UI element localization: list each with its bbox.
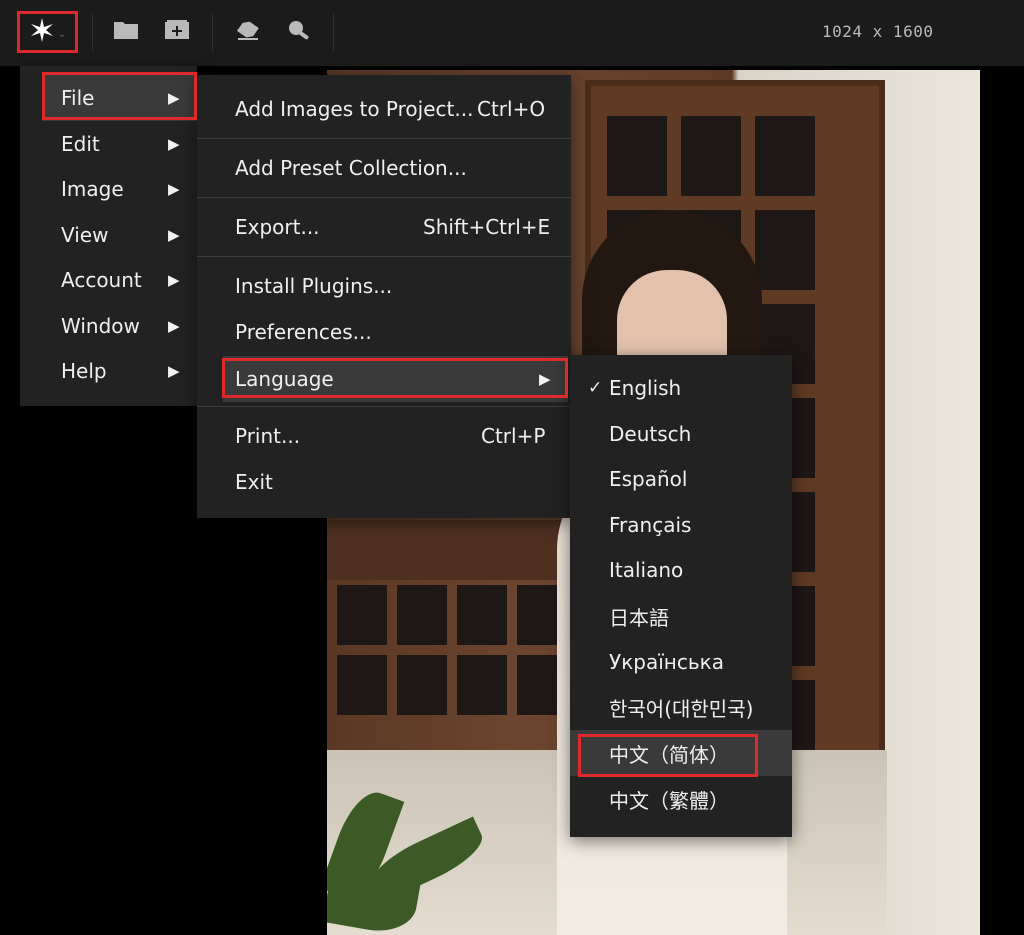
menu-item-export[interactable]: Export... Shift+Ctrl+E <box>197 203 571 251</box>
image-dimensions: 1024 x 1600 <box>822 22 934 41</box>
shortcut-label: Shift+Ctrl+E <box>423 215 551 239</box>
toolbar: ⌄ 1024 x 1600 <box>0 0 1024 66</box>
menu-divider <box>197 138 571 139</box>
menu-item-window[interactable]: Window ▶ <box>20 303 197 349</box>
menu-item-help[interactable]: Help ▶ <box>20 348 197 394</box>
menu-item-add-preset-collection[interactable]: Add Preset Collection... <box>197 144 571 192</box>
zoom-button[interactable] <box>285 16 313 48</box>
chevron-down-icon: ⌄ <box>57 28 67 40</box>
language-option-francais[interactable]: Français <box>570 502 792 548</box>
submenu-arrow-icon: ▶ <box>168 89 180 107</box>
menu-item-add-images[interactable]: Add Images to Project... Ctrl+O <box>197 85 571 133</box>
submenu-arrow-icon: ▶ <box>168 180 180 198</box>
submenu-arrow-icon: ▶ <box>168 135 180 153</box>
submenu-arrow-icon: ▶ <box>539 370 551 388</box>
file-submenu: Add Images to Project... Ctrl+O Add Pres… <box>197 75 571 518</box>
submenu-arrow-icon: ▶ <box>168 317 180 335</box>
eraser-button[interactable] <box>234 16 262 48</box>
shortcut-label: Ctrl+P <box>481 424 546 448</box>
language-option-english[interactable]: ✓ English <box>570 365 792 411</box>
main-menu: File ▶ Edit ▶ Image ▶ View ▶ Account ▶ W… <box>20 66 197 406</box>
language-option-korean[interactable]: 한국어(대한민국) <box>570 684 792 730</box>
menu-item-image[interactable]: Image ▶ <box>20 166 197 212</box>
menu-divider <box>197 256 571 257</box>
open-folder-button[interactable] <box>112 16 140 48</box>
submenu-arrow-icon: ▶ <box>168 226 180 244</box>
language-option-italiano[interactable]: Italiano <box>570 547 792 593</box>
language-option-chinese-simplified[interactable]: 中文（简体） <box>570 730 792 776</box>
menu-item-preferences[interactable]: Preferences... <box>197 308 571 356</box>
menu-item-account[interactable]: Account ▶ <box>20 257 197 303</box>
menu-divider <box>197 406 571 407</box>
menu-item-file[interactable]: File ▶ <box>42 75 197 121</box>
zoom-icon <box>286 19 312 45</box>
left-window-graphic <box>327 520 577 580</box>
toolbar-divider <box>92 14 93 52</box>
add-image-button[interactable] <box>163 16 191 48</box>
language-option-deutsch[interactable]: Deutsch <box>570 411 792 457</box>
checkmark-icon: ✓ <box>588 378 603 398</box>
language-option-japanese[interactable]: 日本語 <box>570 593 792 639</box>
menu-divider <box>197 197 571 198</box>
language-option-ukrainian[interactable]: Українська <box>570 639 792 685</box>
app-star-icon <box>29 17 55 47</box>
menu-item-install-plugins[interactable]: Install Plugins... <box>197 262 571 310</box>
language-option-espanol[interactable]: Español <box>570 456 792 502</box>
toolbar-divider <box>212 14 213 52</box>
shortcut-label: Ctrl+O <box>477 97 546 121</box>
submenu-arrow-icon: ▶ <box>168 362 180 380</box>
menu-item-view[interactable]: View ▶ <box>20 212 197 258</box>
add-image-icon <box>164 19 190 45</box>
menu-item-exit[interactable]: Exit <box>197 458 571 506</box>
folder-icon <box>113 20 139 44</box>
eraser-icon <box>235 19 261 45</box>
menu-item-print[interactable]: Print... Ctrl+P <box>197 412 571 460</box>
app-menu-button[interactable]: ⌄ <box>17 11 78 53</box>
submenu-arrow-icon: ▶ <box>168 271 180 289</box>
language-option-chinese-traditional[interactable]: 中文（繁體） <box>570 776 792 822</box>
language-submenu: ✓ English Deutsch Español Français Itali… <box>570 355 792 837</box>
menu-item-language[interactable]: Language ▶ <box>223 356 568 402</box>
toolbar-divider <box>333 14 334 52</box>
menu-item-edit[interactable]: Edit ▶ <box>20 121 197 167</box>
